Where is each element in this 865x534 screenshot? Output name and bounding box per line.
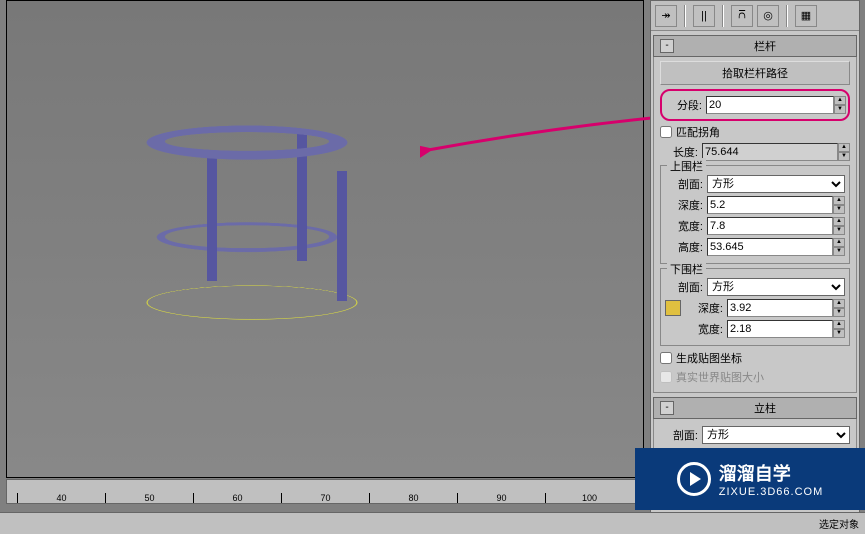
top-depth-input[interactable] xyxy=(707,196,833,214)
top-width-label: 宽度: xyxy=(665,218,703,234)
match-corners-label: 匹配拐角 xyxy=(676,124,720,140)
segments-highlight: 分段: ▲ ▼ xyxy=(660,89,850,121)
segments-up[interactable]: ▲ xyxy=(834,96,846,105)
posts-profile-select[interactable]: 方形 xyxy=(702,426,850,444)
segments-input[interactable] xyxy=(706,96,834,114)
length-input[interactable] xyxy=(702,143,838,161)
time-slider[interactable]: 40 50 60 70 80 90 100 xyxy=(6,479,644,504)
viewport-3d[interactable] xyxy=(6,0,644,478)
gen-mapping-label: 生成贴图坐标 xyxy=(676,350,742,366)
lower-profile-select[interactable]: 方形 xyxy=(707,278,845,296)
posts-profile-label: 剖面: xyxy=(660,427,698,443)
collapse-icon[interactable]: - xyxy=(660,39,674,53)
top-height-input[interactable] xyxy=(707,238,833,256)
collapse-icon[interactable]: - xyxy=(660,401,674,415)
rollout-posts-header[interactable]: - 立柱 xyxy=(653,397,857,419)
watermark: 溜溜自学 ZIXUE.3D66.COM xyxy=(635,448,865,510)
top-profile-label: 剖面: xyxy=(665,176,703,192)
match-corners-checkbox[interactable] xyxy=(660,126,672,138)
rollout-railing-header[interactable]: - 栏杆 xyxy=(653,35,857,57)
top-rail-group: 上围栏 剖面: 方形 深度: ▲▼ xyxy=(660,165,850,264)
lower-rail-group: 下围栏 剖面: 方形 深度: ▲▼ xyxy=(660,268,850,346)
lower-width-label: 宽度: xyxy=(685,321,723,337)
tool-btn-1[interactable]: ↠ xyxy=(655,5,677,27)
top-profile-select[interactable]: 方形 xyxy=(707,175,845,193)
panel-toolbar: ↠ || ⩃ ◎ ▦ xyxy=(651,1,859,31)
lower-width-input[interactable] xyxy=(727,320,833,338)
real-world-checkbox xyxy=(660,371,672,383)
tool-btn-2[interactable]: || xyxy=(693,5,715,27)
top-depth-label: 深度: xyxy=(665,197,703,213)
tool-btn-5[interactable]: ▦ xyxy=(795,5,817,27)
lower-rail-dialog-button[interactable] xyxy=(665,300,681,316)
length-up[interactable]: ▲ xyxy=(838,143,850,152)
watermark-sub: ZIXUE.3D66.COM xyxy=(719,486,823,498)
lower-depth-label: 深度: xyxy=(685,300,723,316)
lower-profile-label: 剖面: xyxy=(665,279,703,295)
segments-down[interactable]: ▼ xyxy=(834,105,846,114)
rollout-railing: - 栏杆 拾取栏杆路径 分段: ▲ ▼ 匹 xyxy=(653,35,857,393)
rollout-posts-title: 立柱 xyxy=(680,400,850,416)
length-down[interactable]: ▼ xyxy=(838,152,850,161)
lower-rail-title: 下围栏 xyxy=(667,261,706,277)
railing-model[interactable] xyxy=(87,61,407,361)
pick-rail-path-button[interactable]: 拾取栏杆路径 xyxy=(660,61,850,85)
top-height-label: 高度: xyxy=(665,239,703,255)
top-width-input[interactable] xyxy=(707,217,833,235)
top-rail-title: 上围栏 xyxy=(667,158,706,174)
watermark-main: 溜溜自学 xyxy=(719,460,823,486)
segments-label: 分段: xyxy=(664,97,702,113)
rollout-posts: - 立柱 剖面: 方形 xyxy=(653,397,857,452)
rollout-railing-title: 栏杆 xyxy=(680,38,850,54)
real-world-label: 真实世界贴图大小 xyxy=(676,369,764,385)
play-icon xyxy=(677,462,711,496)
status-select: 选定对象 xyxy=(819,516,859,531)
lower-depth-input[interactable] xyxy=(727,299,833,317)
gen-mapping-checkbox[interactable] xyxy=(660,352,672,364)
tool-btn-3[interactable]: ⩃ xyxy=(731,5,753,27)
tool-btn-4[interactable]: ◎ xyxy=(757,5,779,27)
status-bar: 选定对象 xyxy=(0,512,865,534)
